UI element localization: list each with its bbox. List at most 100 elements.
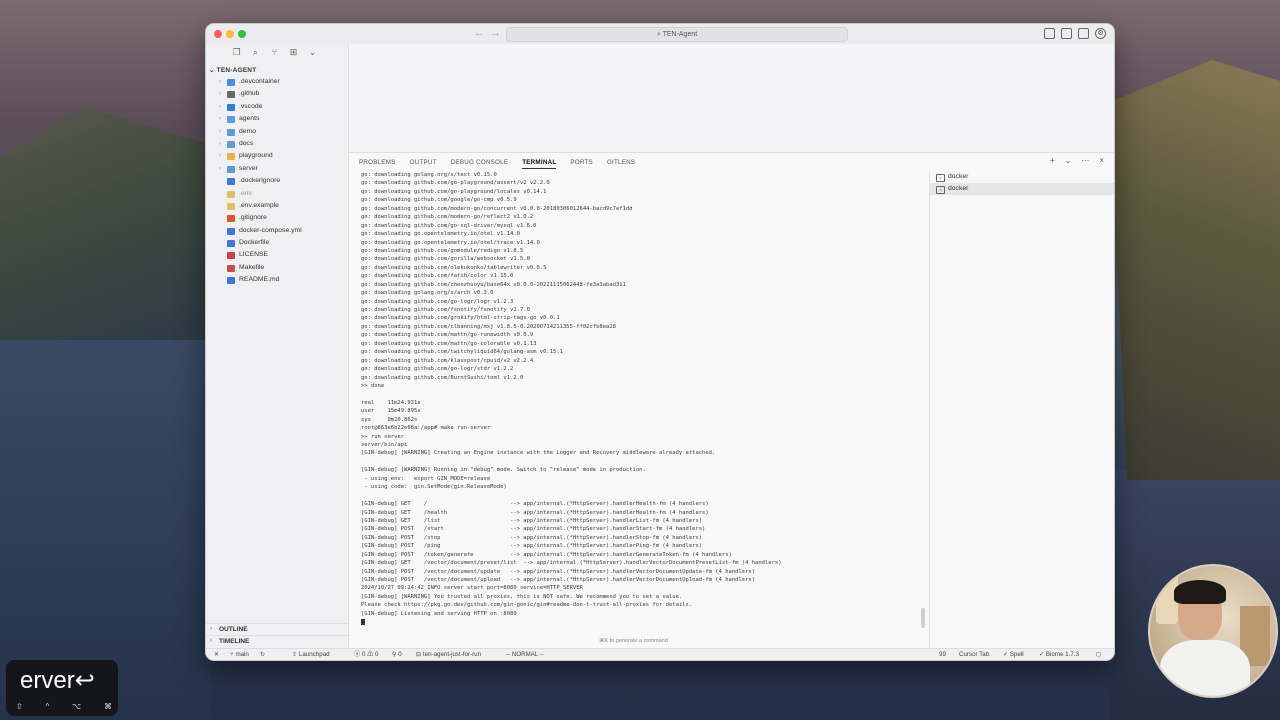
terminal-line: [GIN-debug] [WARNING] You trusted all pr… <box>361 593 683 600</box>
extensions-icon[interactable]: ⊞ <box>289 48 298 57</box>
tree-item[interactable]: › demo <box>206 126 348 138</box>
tab-problems[interactable]: PROBLEMS <box>359 157 396 168</box>
window-title: TEN-Agent <box>662 31 698 38</box>
folder-icon <box>227 79 235 86</box>
tree-item[interactable]: › server <box>206 163 348 175</box>
chevron-down-icon[interactable]: ⌄ <box>308 48 317 57</box>
terminal-line: [GIN-debug] GET / --> app/internal.(*Htt… <box>361 501 709 508</box>
terminal-hint: ⌘K to generate a command <box>599 638 668 644</box>
branch-indicator[interactable]: ⑂ main <box>230 649 249 660</box>
file-icon <box>227 252 235 260</box>
chevron-down-icon[interactable]: ⌄ <box>1065 156 1072 165</box>
terminal-instance[interactable]: > docker <box>930 171 1114 183</box>
close-window-button[interactable] <box>214 30 222 38</box>
nav-back-icon[interactable]: ← <box>474 27 485 39</box>
desktop-background-hill-left <box>0 106 210 340</box>
tree-item[interactable]: docker-compose.yml <box>206 225 348 237</box>
terminal-line: go: downloading github.com/mattn/go-rune… <box>361 332 534 339</box>
terminal-line: go: downloading github.com/go-logr/logr … <box>361 298 514 305</box>
terminal-line: go: downloading golang.org/x/text v0.15.… <box>361 172 497 178</box>
error-count: 0 <box>361 651 366 658</box>
terminal-line: [GIN-debug] GET /vector/document/preset/… <box>361 560 782 567</box>
terminal-line: go: downloading github.com/klauspost/cpu… <box>361 357 534 364</box>
settings-gear-icon[interactable]: ⚙ <box>1095 28 1106 39</box>
tree-item[interactable]: Makefile <box>206 262 348 274</box>
editor-area[interactable] <box>349 44 1114 152</box>
tree-item[interactable]: LICENSE <box>206 249 348 261</box>
terminal-output[interactable]: go: downloading golang.org/x/text v0.15.… <box>361 171 926 631</box>
ports-indicator[interactable]: ⚲ 0 <box>392 649 402 660</box>
task-indicator[interactable]: ⊟ ten-agent-just-for-run <box>416 649 481 660</box>
folder-icon <box>227 128 235 136</box>
terminal-scrollbar[interactable] <box>921 608 925 628</box>
chevron-right-icon: › <box>219 116 221 123</box>
tree-item[interactable]: › docs <box>206 138 348 150</box>
zoom-window-button[interactable] <box>238 30 246 38</box>
tree-item-label: demo <box>239 127 257 135</box>
terminal-line: go: downloading github.com/mattn/go-colo… <box>361 340 537 347</box>
nav-forward-icon[interactable]: → <box>490 27 501 39</box>
problems-indicator[interactable]: ⓧ 0 ⚠ 0 <box>354 649 378 660</box>
outline-section[interactable]: › OUTLINE <box>206 623 348 635</box>
terminal-line: [GIN-debug] [WARNING] Creating an Engine… <box>361 450 716 457</box>
terminal-line: go: downloading github.com/olekukonko/ta… <box>361 264 547 271</box>
toggle-secondary-sidebar-icon[interactable] <box>1078 28 1089 39</box>
more-actions-icon[interactable]: ··· <box>1081 156 1089 165</box>
sync-icon[interactable]: ↻ <box>260 649 265 660</box>
minimize-window-button[interactable] <box>226 30 234 38</box>
tree-item[interactable]: .dockerignore <box>206 175 348 187</box>
folder-icon <box>227 165 235 173</box>
tree-item[interactable]: › playground <box>206 150 348 162</box>
timeline-section[interactable]: › TIMELINE <box>206 635 348 647</box>
folder-icon <box>227 116 235 124</box>
tree-item[interactable]: Dockerfile <box>206 237 348 249</box>
tree-item[interactable]: › .vscode <box>206 101 348 113</box>
tree-item[interactable]: .env.example <box>206 200 348 212</box>
files-icon[interactable]: ❐ <box>232 48 241 57</box>
terminal-prompt[interactable] <box>361 618 926 626</box>
launchpad-item[interactable]: ⇪ Launchpad <box>292 649 330 660</box>
chevron-right-icon: › <box>210 626 212 632</box>
toggle-panel-icon[interactable] <box>1061 28 1072 39</box>
bottom-panel: PROBLEMS OUTPUT DEBUG CONSOLE TERMINAL PORTS… <box>349 152 1114 649</box>
chevron-right-icon: › <box>219 128 221 135</box>
line-count[interactable]: 99 <box>939 649 946 660</box>
tab-output[interactable]: OUTPUT <box>410 157 437 168</box>
cursor-tab-item[interactable]: Cursor Tab <box>959 649 989 660</box>
terminal-line: go: downloading github.com/gomodule/redi… <box>361 247 524 254</box>
command-center[interactable]: ⌕ TEN-Agent <box>506 27 848 42</box>
tree-item[interactable]: › agents <box>206 113 348 125</box>
biome-item[interactable]: ✓ Biome 1.7.3 <box>1039 649 1079 660</box>
file-icon <box>227 190 235 198</box>
tree-item-label: agents <box>239 115 260 123</box>
tree-item-label: LICENSE <box>239 251 269 259</box>
tab-gitlens[interactable]: GITLENS <box>607 157 635 168</box>
explorer-root[interactable]: ⌄ TEN-AGENT <box>209 66 256 74</box>
ports-count: 0 <box>398 651 402 658</box>
toggle-sidebar-icon[interactable] <box>1044 28 1055 39</box>
chevron-right-icon: › <box>219 153 221 160</box>
spell-item[interactable]: ✓ Spell <box>1003 649 1024 660</box>
remote-indicator[interactable]: ✕ <box>214 649 219 660</box>
terminal-instance[interactable]: > docker <box>930 183 1114 195</box>
tree-item[interactable]: .gitignore <box>206 212 348 224</box>
tree-item[interactable]: .env <box>206 188 348 200</box>
terminal-line: real 11m24.931s <box>361 399 421 406</box>
tree-item-label: playground <box>239 152 273 160</box>
tab-debug-console[interactable]: DEBUG CONSOLE <box>451 157 509 168</box>
tab-ports[interactable]: PORTS <box>570 157 593 168</box>
tree-item[interactable]: › .github <box>206 88 348 100</box>
file-icon <box>227 215 235 223</box>
tree-item[interactable]: › .devcontainer <box>206 76 348 88</box>
close-panel-icon[interactable]: × <box>1099 156 1104 165</box>
folder-icon <box>227 153 235 161</box>
outline-label: OUTLINE <box>219 626 248 633</box>
source-control-icon[interactable]: ⑂ <box>270 48 279 57</box>
new-terminal-icon[interactable]: + <box>1050 156 1055 165</box>
terminal-line: go: downloading github.com/chenzhuoyu/ba… <box>361 281 626 288</box>
search-icon[interactable]: ⌕ <box>251 48 260 57</box>
tab-terminal[interactable]: TERMINAL <box>522 157 557 169</box>
tree-item[interactable]: README.md <box>206 274 348 286</box>
notifications-bell-icon[interactable]: ◻ <box>1096 649 1101 660</box>
